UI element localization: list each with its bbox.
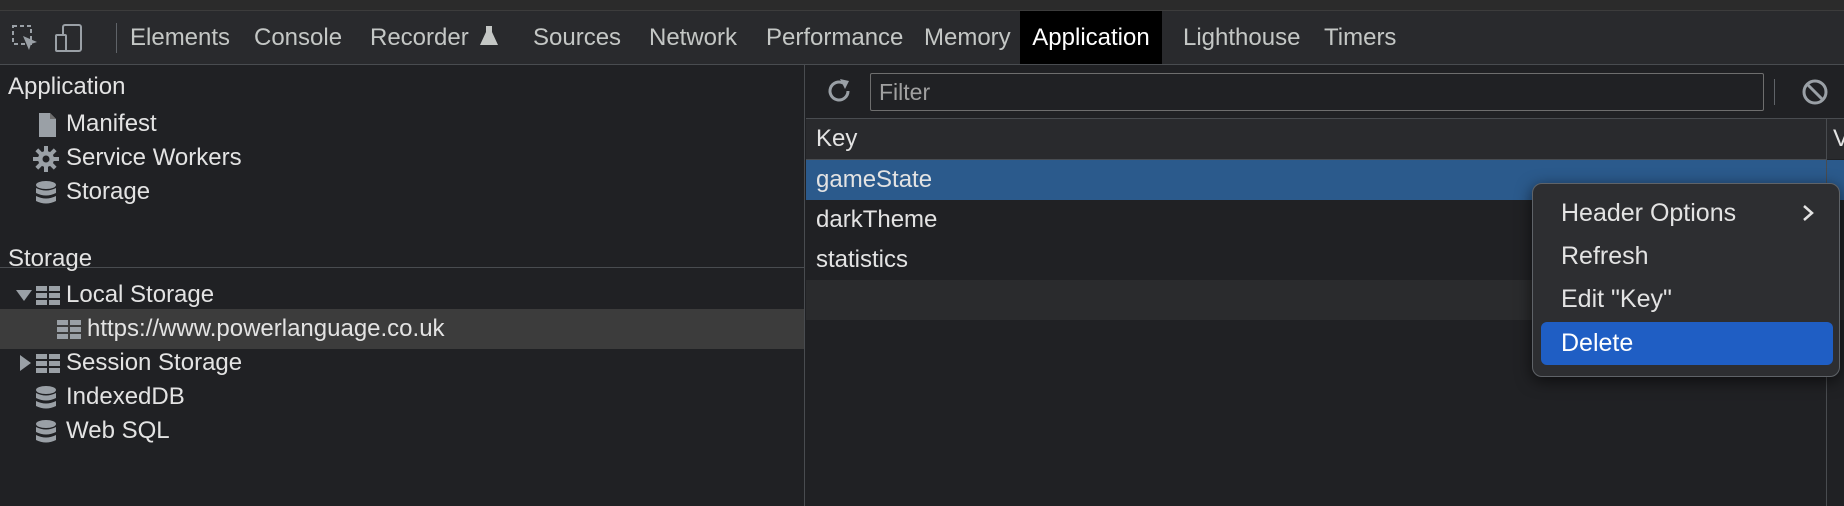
tab-memory[interactable]: Memory [924,11,1011,64]
gear-icon [33,146,59,172]
tab-label: Sources [533,24,622,51]
context-menu: Header Options Refresh Edit "Key" Delete [1532,183,1840,377]
tab-elements[interactable]: Elements [130,11,230,64]
tab-performance[interactable]: Performance [766,11,903,64]
column-header-label: V [1833,119,1844,159]
tab-console[interactable]: Console [254,11,342,64]
menu-item-header-options[interactable]: Header Options [1541,192,1833,235]
menu-item-label: Edit "Key" [1561,285,1672,313]
sidebar-item-web-sql[interactable]: Web SQL [0,411,804,451]
window-top-strip [0,0,1844,11]
menu-item-edit-key[interactable]: Edit "Key" [1541,278,1833,321]
menu-item-label: Delete [1561,329,1634,357]
filter-toolbar [806,65,1844,119]
toolbar-separator [116,23,117,53]
chevron-right-icon [1803,205,1814,221]
tab-network[interactable]: Network [649,11,737,64]
sidebar-item-label: Storage [66,178,151,205]
application-sidebar: Application Manifest Service Workers Sto… [0,65,805,506]
tab-label: Network [649,24,738,51]
database-icon [36,181,56,204]
sidebar-item-label: Web SQL [66,417,170,444]
menu-item-refresh[interactable]: Refresh [1541,235,1833,278]
sidebar-item-storage[interactable]: Storage [0,172,804,212]
menu-item-label: Header Options [1561,199,1737,227]
tab-sources[interactable]: Sources [533,11,621,64]
tab-label: Memory [924,24,1011,51]
devtools-tab-bar: Elements Console Recorder Sources Networ… [0,11,1844,65]
table-cell-key: gameState [816,166,933,193]
clear-all-icon[interactable] [1800,77,1830,107]
toolbar-separator [1774,79,1775,105]
table-header[interactable]: Key V [806,119,1844,160]
table-icon [36,286,60,305]
tab-lighthouse[interactable]: Lighthouse [1183,11,1300,64]
table-icon [57,320,81,339]
database-icon [36,386,56,409]
tab-label: Console [254,24,343,51]
column-header-key[interactable]: Key [816,119,857,159]
tab-timers[interactable]: Timers [1324,11,1396,64]
tab-label: Recorder [370,24,469,51]
tab-label: Application [1032,24,1150,51]
tab-label: Timers [1324,24,1397,51]
filter-input[interactable] [870,73,1764,111]
refresh-icon[interactable] [824,76,854,106]
document-icon [39,113,56,137]
sidebar-divider [0,267,804,268]
device-toolbar-icon[interactable] [54,23,84,53]
section-title-storage: Storage [8,245,93,272]
tab-application[interactable]: Application [1020,11,1162,64]
section-title-application: Application [8,73,126,100]
tab-label: Lighthouse [1183,24,1301,51]
database-icon [36,420,56,443]
tab-label: Elements [130,24,231,51]
table-cell-key: darkTheme [816,206,938,233]
tab-label: Performance [766,24,904,51]
expand-arrow-icon[interactable] [20,355,31,371]
tab-recorder[interactable]: Recorder [370,11,499,64]
flask-icon [479,26,498,45]
inspect-element-icon[interactable] [10,23,40,53]
table-icon [36,354,60,373]
table-cell-key: statistics [816,246,909,273]
menu-item-label: Refresh [1561,242,1649,270]
menu-item-delete[interactable]: Delete [1541,322,1833,365]
column-header-value[interactable]: V [1826,119,1844,159]
expand-arrow-icon[interactable] [16,290,32,301]
